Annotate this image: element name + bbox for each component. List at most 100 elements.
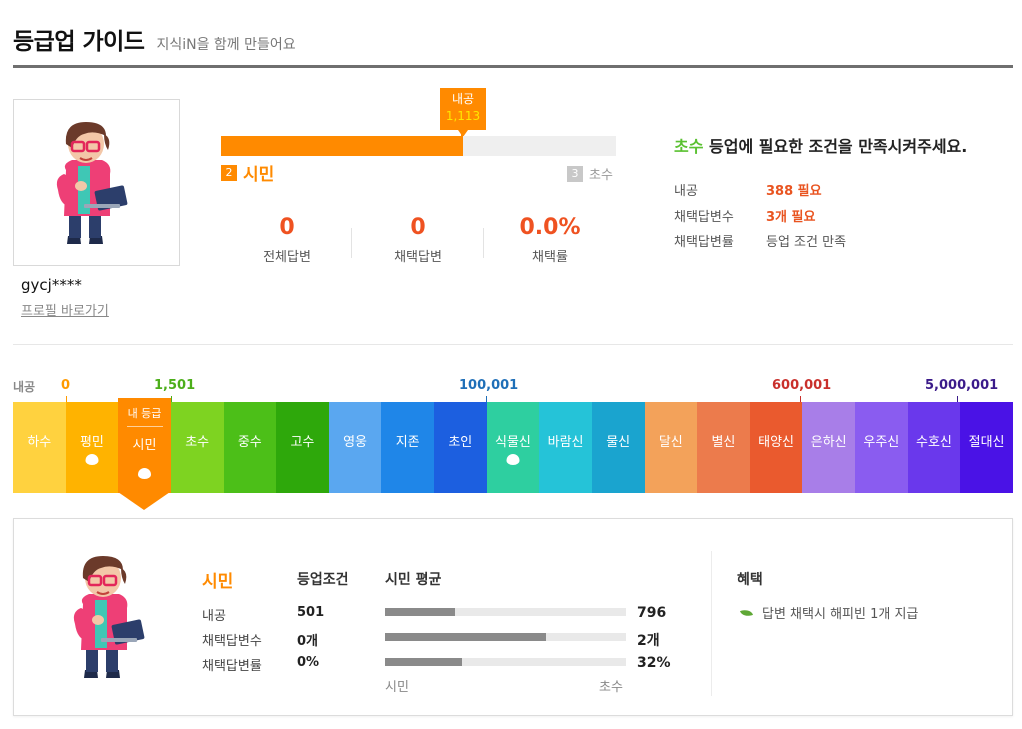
scale-mark: 5,000,001 [925,378,999,393]
average-bar-fill [385,633,547,641]
grade-cell-name: 평민 [79,435,104,450]
stat-label: 채택답변 [394,250,442,265]
my-grade-divider [126,426,163,427]
grade-cell[interactable]: 물신 [591,402,645,493]
egg-icon [506,454,520,465]
grade-progress-bar [221,136,616,156]
bar-right-label: 초수 [599,680,623,695]
grade-cell-name: 바람신 [547,435,584,450]
average-bar [385,633,626,641]
detail-col-average: 시민 평균 [385,572,442,588]
detail-row-condition: 0개 [297,634,319,649]
scale-mark: 100,001 [459,378,519,393]
stat-value: 0.0% [519,215,581,240]
detail-row-key: 채택답변수 [202,634,262,649]
leaf-icon [739,606,754,619]
scale-mark: 1,501 [154,378,196,393]
next-grade-number: 3 [567,165,583,182]
grade-cell[interactable]: 영웅 [328,402,382,493]
average-bar-fill [385,608,455,616]
bar-left-label: 시민 [385,680,409,695]
requirements-title: 초수 등업에 필요한 조건을 만족시켜주세요. [674,133,967,157]
detail-row-key: 내공 [202,609,226,624]
grade-cell[interactable]: 절대신 [960,402,1013,493]
current-grade-number: 2 [221,164,237,181]
requirement-value: 등업 조건 만족 [766,235,847,250]
detail-row-key: 채택답변률 [202,659,262,674]
scale-mark: 600,001 [772,378,832,393]
requirements-title-text: 등업에 필요한 조건을 만족시켜주세요. [703,137,968,156]
benefit-item: 답변 채택시 해피빈 1개 지급 [739,603,919,622]
current-grade-name: 시민 [243,165,275,185]
stat-divider [483,228,484,258]
grade-cell-name: 은하신 [810,435,847,450]
grade-cell[interactable]: 바람신 [539,402,592,493]
stat-divider [351,228,352,258]
stat-value: 0 [279,215,295,240]
grade-cell[interactable]: 하수 [13,402,66,493]
requirement-row: 채택답변률 등업 조건 만족 [674,231,846,250]
grade-cell-name: 절대신 [968,435,1005,450]
stat-label: 채택률 [532,250,568,265]
section-divider [13,344,1013,345]
egg-icon [85,454,99,465]
scale-axis-label: 내공 [13,380,36,394]
grade-cell-name: 고수 [290,435,315,450]
grade-cell[interactable]: 중수 [223,402,277,493]
grade-cell[interactable]: 수호신 [907,402,961,493]
requirement-key: 채택답변률 [674,235,734,250]
grade-cell-name: 초수 [185,435,210,450]
detail-row-condition: 0% [297,655,320,670]
grade-cell[interactable]: 식물신 [486,402,540,493]
requirement-row: 채택답변수 3개 필요 [674,206,815,225]
average-value: 2개 [637,633,660,649]
requirement-key: 내공 [674,184,698,199]
stat-selection-rate: 0.0% 채택률 [485,215,615,265]
detail-col-condition: 등업조건 [297,572,349,588]
grade-cell[interactable]: 지존 [381,402,434,493]
benefit-text: 답변 채택시 해피빈 1개 지급 [762,607,919,622]
profile-link[interactable]: 프로필 바로가기 [21,300,109,319]
grade-cell[interactable]: 평민 [65,402,119,493]
grade-cell-name: 식물신 [494,435,531,450]
my-grade-marker-body: 내 등급 시민 [118,398,171,493]
grade-cell-name: 영웅 [343,435,368,450]
page-header: 등급업 가이드 지식iN을 함께 만들어요 [13,22,296,56]
grade-cell[interactable]: 우주신 [855,402,908,493]
grade-detail-panel: 시민 등업조건 시민 평균 내공 501 796 채택답변수 0개 2개 채택답… [13,518,1013,716]
grade-cell-name: 우주신 [863,435,900,450]
grade-cell-name: 태양신 [758,435,794,450]
my-grade-pointer [118,492,170,510]
header-divider [13,65,1013,68]
grade-cell[interactable]: 태양신 [749,402,803,493]
grade-cell-name: 초인 [448,435,473,450]
scale-mark: 0 [61,378,71,393]
grade-cell-name: 수호신 [915,435,952,450]
grade-cell-name: 하수 [27,435,52,450]
stat-label: 전체답변 [263,250,311,265]
requirement-key: 채택답변수 [674,210,734,225]
grade-cell[interactable]: 별신 [697,402,750,493]
grade-cell[interactable]: 초수 [170,402,224,493]
grade-cell[interactable]: 초인 [434,402,487,493]
my-grade-marker[interactable]: 내 등급 시민 [118,398,171,513]
average-bar-fill [385,658,463,666]
grade-cell-name: 지존 [395,435,420,450]
detail-grade-name: 시민 [202,572,234,592]
requirement-value: 388 필요 [766,184,822,199]
grade-cell[interactable]: 고수 [276,402,329,493]
grade-cell[interactable]: 달신 [644,402,698,493]
average-bar [385,658,626,666]
stat-selected-answers: 0 채택답변 [353,215,483,265]
average-value: 796 [637,605,667,621]
progress-marker [461,128,463,156]
next-grade-label: 3 초수 [567,164,613,183]
detail-divider [711,551,712,696]
my-grade-name: 시민 [132,438,157,453]
benefit-title: 혜택 [737,572,763,588]
grade-cell[interactable]: 은하신 [802,402,855,493]
grade-cell-name: 물신 [606,435,631,450]
character-avatar-icon [56,122,128,244]
username: gycj**** [21,276,82,294]
avatar[interactable] [13,99,180,266]
